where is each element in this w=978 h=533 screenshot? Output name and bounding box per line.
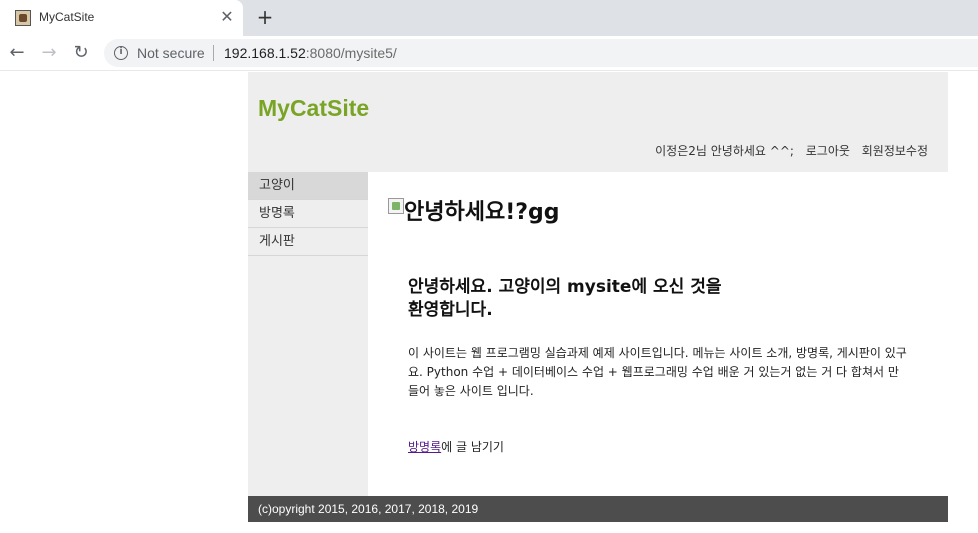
nav-item[interactable]: 방명록 xyxy=(248,200,368,228)
main-image: 안녕하세요!?gg xyxy=(388,194,560,226)
favicon-icon xyxy=(15,10,31,26)
nav-item[interactable]: 게시판 xyxy=(248,228,368,256)
copyright-text: (c)opyright 2015, 2016, 2017, 2018, 2019 xyxy=(258,502,479,516)
address-divider xyxy=(213,45,214,61)
member-greeting: 이정은2님 안녕하세요 ^^; xyxy=(655,144,794,158)
new-tab-icon[interactable]: + xyxy=(254,6,276,28)
info-icon[interactable]: i xyxy=(114,46,128,60)
main-content: 안녕하세요!?gg 안녕하세요. 고양이의 mysite에 오신 것을 환영합니… xyxy=(368,172,948,496)
security-label[interactable]: Not secure xyxy=(137,45,205,61)
url-host: 192.168.1.52 xyxy=(224,45,306,61)
site-container: MyCatSite 이정은2님 안녕하세요 ^^; 로그아웃 회원정보수정 고양… xyxy=(248,72,948,522)
close-tab-icon[interactable]: ✕ xyxy=(217,7,237,27)
url-path: :8080/mysite5/ xyxy=(305,45,397,61)
browser-toolbar: ← → ↻ i Not secure 192.168.1.52:8080/mys… xyxy=(0,36,978,71)
url-text[interactable]: 192.168.1.52:8080/mysite5/ xyxy=(224,45,397,61)
nav-list: 고양이 방명록 게시판 xyxy=(248,172,368,256)
side-navigation: 고양이 방명록 게시판 xyxy=(248,172,368,496)
nav-item[interactable]: 고양이 xyxy=(248,172,368,200)
site-footer: (c)opyright 2015, 2016, 2017, 2018, 2019 xyxy=(248,496,948,522)
member-bar: 이정은2님 안녕하세요 ^^; 로그아웃 회원정보수정 xyxy=(647,142,928,159)
forward-icon[interactable]: → xyxy=(38,42,60,64)
back-icon[interactable]: ← xyxy=(6,42,28,64)
reload-icon[interactable]: ↻ xyxy=(70,42,92,64)
guestbook-prompt: 방명록에 글 남기기 xyxy=(408,438,504,455)
welcome-heading: 안녕하세요. 고양이의 mysite에 오신 것을 환영합니다. xyxy=(408,277,722,320)
broken-image-icon xyxy=(388,198,404,214)
site-header: MyCatSite 이정은2님 안녕하세요 ^^; 로그아웃 회원정보수정 xyxy=(248,72,948,172)
main-image-alt: 안녕하세요!?gg xyxy=(404,200,560,225)
logout-link[interactable]: 로그아웃 xyxy=(806,144,850,158)
address-bar[interactable]: i Not secure 192.168.1.52:8080/mysite5/ xyxy=(104,39,978,67)
tab-strip: MyCatSite ✕ + xyxy=(0,0,978,36)
guestbook-link[interactable]: 방명록 xyxy=(408,440,441,454)
guestbook-suffix: 에 글 남기기 xyxy=(441,440,504,454)
edit-profile-link[interactable]: 회원정보수정 xyxy=(862,144,928,158)
browser-tab[interactable]: MyCatSite ✕ xyxy=(0,0,243,36)
intro-text: 이 사이트는 웹 프로그램밍 실습과제 예제 사이트입니다. 메뉴는 사이트 소… xyxy=(408,346,907,398)
tab-title: MyCatSite xyxy=(39,10,95,24)
site-logo[interactable]: MyCatSite xyxy=(258,95,369,122)
